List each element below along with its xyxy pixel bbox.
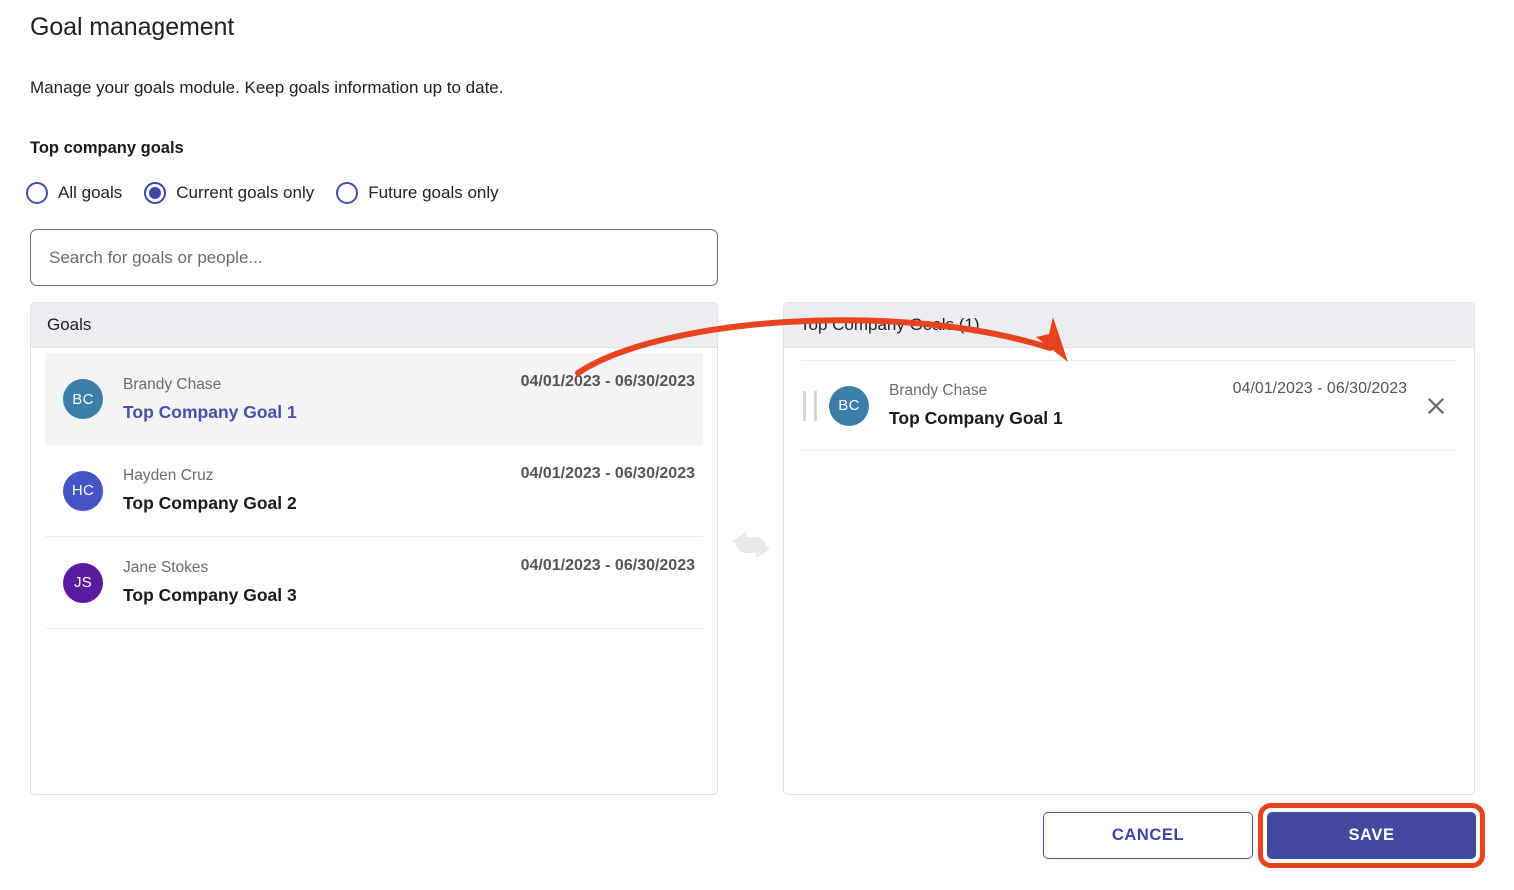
avatar: BC: [829, 385, 869, 426]
selected-goal-item[interactable]: BC Brandy Chase Top Company Goal 1 04/01…: [801, 360, 1457, 451]
top-company-goals-panel: Top Company Goals (1) BC Brandy Chase To…: [783, 302, 1475, 795]
cancel-button[interactable]: CANCEL: [1043, 812, 1253, 859]
goal-date-range: 04/01/2023 - 06/30/2023: [520, 557, 695, 574]
page-title: Goal management: [30, 13, 235, 41]
save-button[interactable]: SAVE: [1267, 812, 1476, 859]
radio-label-all-goals: All goals: [58, 183, 123, 202]
radio-option-future-goals-only[interactable]: Future goals only: [336, 182, 499, 204]
top-company-goals-panel-header: Top Company Goals (1): [784, 303, 1474, 348]
goal-management-page: Goal management Manage your goals module…: [0, 0, 1514, 890]
section-label-top-company-goals: Top company goals: [30, 139, 184, 157]
radio-option-all-goals[interactable]: All goals: [26, 182, 122, 204]
goal-list-item[interactable]: BC Brandy Chase Top Company Goal 1 04/01…: [45, 353, 703, 445]
goal-date-range: 04/01/2023 - 06/30/2023: [520, 373, 695, 390]
goal-filter-radio-group: All goals Current goals only Future goal…: [26, 182, 521, 204]
goal-name[interactable]: Top Company Goal 3: [123, 582, 297, 608]
radio-circle-current-goals-only[interactable]: [144, 182, 167, 204]
goal-name[interactable]: Top Company Goal 1: [123, 399, 297, 425]
swap-arrows-icon: [726, 524, 776, 566]
goal-owner: Hayden Cruz: [123, 467, 214, 484]
goal-owner: Brandy Chase: [123, 375, 222, 393]
top-company-goals-panel-body: BC Brandy Chase Top Company Goal 1 04/01…: [784, 360, 1474, 794]
goal-list-item[interactable]: HC Hayden Cruz Top Company Goal 2 04/01/…: [45, 445, 703, 537]
close-icon[interactable]: [1421, 391, 1451, 421]
radio-option-current-goals-only[interactable]: Current goals only: [144, 182, 314, 204]
goals-panel-title: Goals: [47, 315, 92, 334]
goals-panel-header: Goals: [31, 303, 717, 348]
radio-label-current-goals-only: Current goals only: [176, 183, 315, 202]
goals-panel-body: BC Brandy Chase Top Company Goal 1 04/01…: [31, 353, 717, 794]
goal-owner: Brandy Chase: [889, 382, 988, 399]
avatar: BC: [63, 379, 103, 419]
goal-list-item[interactable]: JS Jane Stokes Top Company Goal 3 04/01/…: [45, 537, 703, 629]
goal-owner: Jane Stokes: [123, 559, 209, 576]
goal-name[interactable]: Top Company Goal 2: [123, 490, 297, 516]
avatar: JS: [63, 562, 103, 603]
page-subtitle: Manage your goals module. Keep goals inf…: [30, 78, 504, 97]
drag-handle-icon[interactable]: [803, 390, 817, 421]
radio-label-future-goals-only: Future goals only: [368, 183, 499, 202]
goal-date-range: 04/01/2023 - 06/30/2023: [520, 465, 695, 482]
top-company-goals-panel-title: Top Company Goals (1): [800, 315, 980, 334]
radio-circle-future-goals-only[interactable]: [336, 182, 359, 204]
avatar: HC: [63, 470, 103, 511]
search-input[interactable]: [30, 229, 718, 286]
goal-name: Top Company Goal 1: [889, 408, 1063, 428]
goal-date-range: 04/01/2023 - 06/30/2023: [1232, 380, 1407, 397]
radio-circle-all-goals[interactable]: [26, 182, 48, 204]
goals-panel: Goals BC Brandy Chase Top Company Goal 1…: [30, 302, 718, 795]
